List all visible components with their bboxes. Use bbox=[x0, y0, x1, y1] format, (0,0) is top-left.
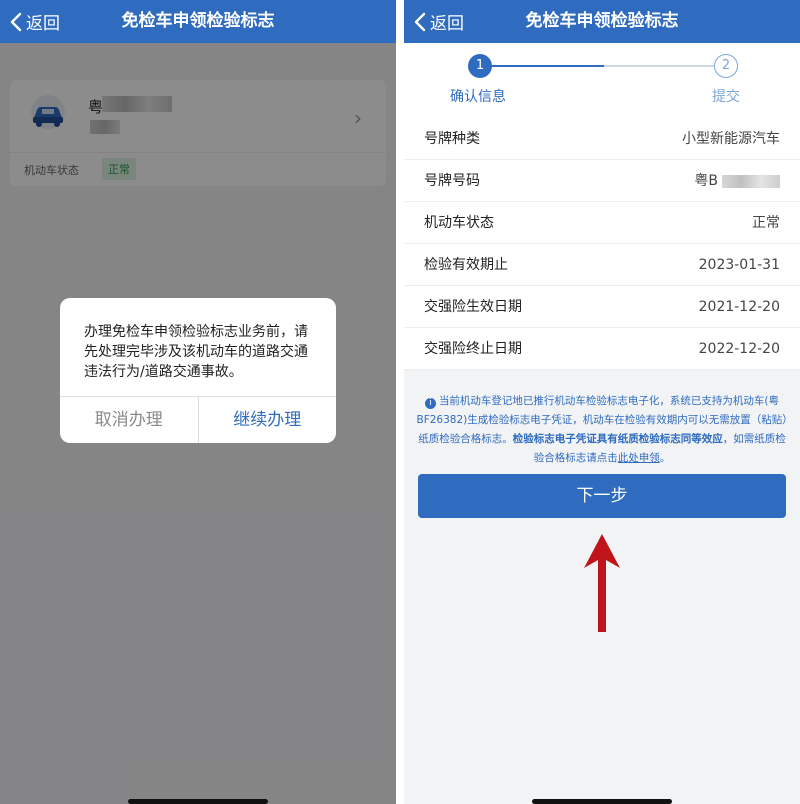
right-screen: 返回 免检车申领检验标志 1 2 确认信息 提交 号牌种类 小型新能源汽车 号牌… bbox=[404, 0, 800, 804]
info-key: 交强险生效日期 bbox=[424, 299, 522, 315]
info-value: 2021-12-20 bbox=[698, 299, 780, 315]
page-title: 免检车申领检验标志 bbox=[121, 11, 275, 31]
info-value: 正常 bbox=[752, 215, 780, 231]
notice-text-end: 。 bbox=[659, 452, 671, 464]
step-1-marker: 1 bbox=[468, 54, 492, 78]
info-row-plate-number: 号牌号码 粤B bbox=[404, 160, 800, 202]
info-key: 号牌号码 bbox=[424, 173, 480, 189]
step-progress-line bbox=[480, 65, 604, 67]
notice-bold-text: 检验标志电子凭证具有纸质检验标志同等效应 bbox=[512, 433, 723, 445]
plate-redaction bbox=[722, 175, 780, 188]
nav-bar: 返回 免检车申领检验标志 bbox=[404, 0, 800, 43]
info-value: 2022-12-20 bbox=[698, 341, 780, 357]
home-indicator bbox=[532, 799, 672, 804]
info-row-inspection-expiry: 检验有效期止 2023-01-31 bbox=[404, 244, 800, 286]
screen-divider bbox=[396, 0, 404, 804]
apply-paper-label-link[interactable]: 此处申领 bbox=[618, 452, 660, 464]
step-2-marker: 2 bbox=[714, 54, 738, 78]
dialog-message: 办理免检车申领检验标志业务前，请先处理完毕涉及该机动车的道路交通违法行为/道路交… bbox=[84, 324, 308, 380]
info-key: 检验有效期止 bbox=[424, 257, 508, 273]
annotation-arrow-icon bbox=[584, 534, 620, 632]
continue-button[interactable]: 继续办理 bbox=[199, 397, 337, 443]
nav-bar: 返回 免检车申领检验标志 bbox=[0, 0, 396, 43]
left-screen: 返回 免检车申领检验标志 粤B › 机动车状态 正常 办理免检车申领检验标志业务… bbox=[0, 0, 396, 804]
info-key: 机动车状态 bbox=[424, 215, 494, 231]
dialog-buttons: 取消办理 继续办理 bbox=[60, 396, 336, 443]
page-title: 免检车申领检验标志 bbox=[525, 11, 679, 31]
info-key: 交强险终止日期 bbox=[424, 341, 522, 357]
step-pending-line bbox=[604, 65, 716, 67]
next-step-button[interactable]: 下一步 bbox=[418, 474, 786, 518]
vehicle-info-list: 号牌种类 小型新能源汽车 号牌号码 粤B 机动车状态 正常 检验有效期止 202… bbox=[404, 118, 800, 370]
confirm-dialog: 办理免检车申领检验标志业务前，请先处理完毕涉及该机动车的道路交通违法行为/道路交… bbox=[60, 298, 336, 443]
info-row-plate-type: 号牌种类 小型新能源汽车 bbox=[404, 118, 800, 160]
info-icon: i bbox=[424, 398, 436, 409]
info-row-insurance-start: 交强险生效日期 2021-12-20 bbox=[404, 286, 800, 328]
info-row-vehicle-status: 机动车状态 正常 bbox=[404, 202, 800, 244]
info-key: 号牌种类 bbox=[424, 131, 480, 147]
cancel-button[interactable]: 取消办理 bbox=[60, 397, 199, 443]
info-row-insurance-end: 交强险终止日期 2022-12-20 bbox=[404, 328, 800, 370]
info-value: 粤B bbox=[694, 173, 718, 189]
step-indicator: 1 2 确认信息 提交 bbox=[404, 43, 800, 118]
info-value: 2023-01-31 bbox=[698, 257, 780, 273]
step-1-label: 确认信息 bbox=[450, 89, 506, 105]
home-indicator bbox=[128, 799, 268, 804]
e-certificate-notice: i 当前机动车登记地已推行机动车检验标志电子化，系统已支持为机动车(粤BF2638… bbox=[414, 392, 790, 468]
info-value: 小型新能源汽车 bbox=[682, 131, 780, 147]
step-2-label: 提交 bbox=[712, 89, 740, 105]
